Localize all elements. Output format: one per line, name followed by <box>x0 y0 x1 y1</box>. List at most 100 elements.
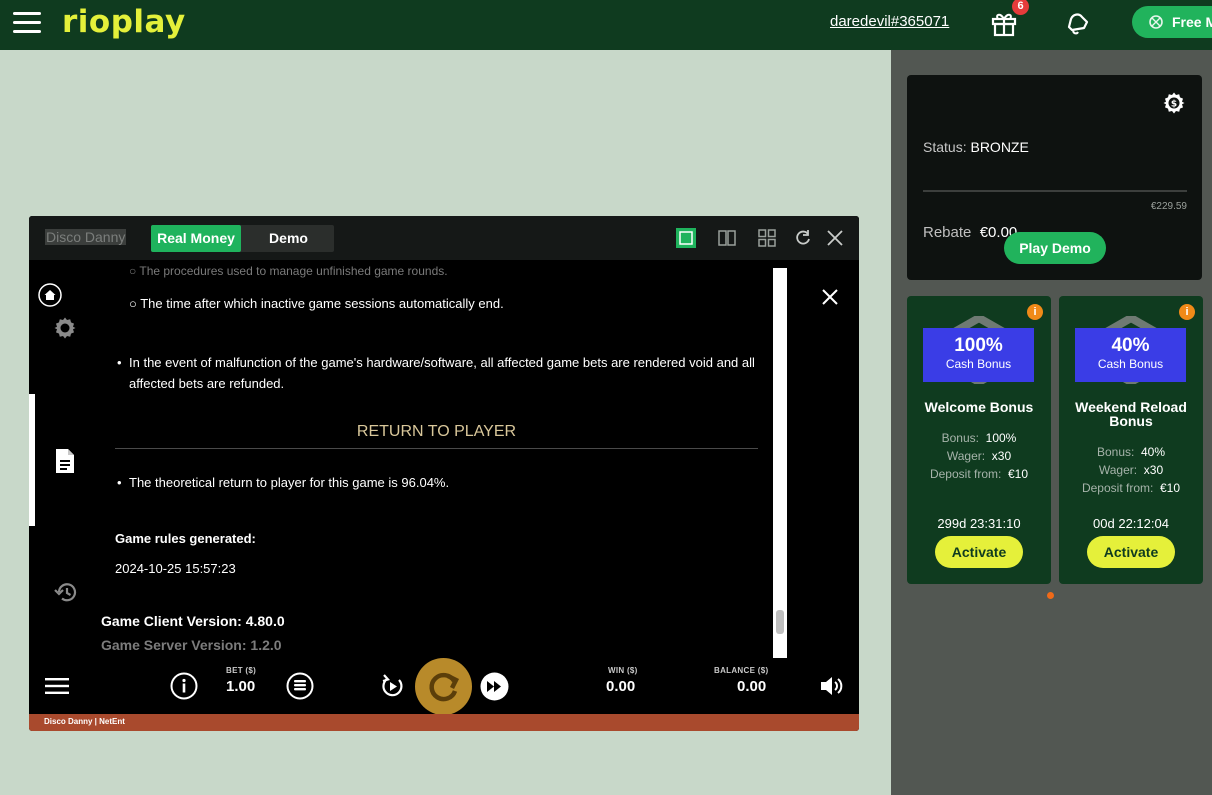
game-rules-content: ○ The procedures used to manage unfinish… <box>101 260 773 658</box>
rtp-item: • The theoretical return to player for t… <box>117 475 450 490</box>
brand-logo[interactable]: rioplay <box>62 4 186 40</box>
client-version: Game Client Version: 4.80.0 <box>101 613 285 629</box>
top-bar: rioplay daredevil#365071 6 Free M <box>0 0 1212 50</box>
username-link[interactable]: daredevil#365071 <box>830 13 949 30</box>
bonus-timer: 00d 22:12:04 <box>1093 516 1169 531</box>
bonus-details: Bonus: 40% Wager: x30 Deposit from: €10 <box>1059 443 1203 497</box>
free-spins-label: Free M <box>1172 14 1212 30</box>
free-spins-button[interactable]: Free M <box>1132 6 1212 38</box>
game-title: Disco Danny <box>45 229 127 245</box>
bonus-timer: 299d 23:31:10 <box>937 516 1021 531</box>
wager-label: Wager: <box>946 449 986 463</box>
rules-generated-value: 2024-10-25 15:57:23 <box>115 561 236 576</box>
rules-list-item: ○ The time after which inactive game ses… <box>129 296 504 311</box>
deposit-label: Deposit from: <box>929 467 1002 481</box>
bonus-percentage-tag: 100% Cash Bonus <box>923 328 1034 382</box>
activate-button[interactable]: Activate <box>935 536 1023 568</box>
autoplay-icon[interactable] <box>379 671 407 701</box>
win-label: WIN ($) <box>608 666 638 675</box>
bonus-label: Bonus: <box>941 431 979 445</box>
wager-value: x30 <box>991 449 1012 463</box>
gift-count-badge: 6 <box>1012 0 1029 15</box>
history-icon[interactable] <box>53 580 79 604</box>
balance-label: BALANCE ($) <box>714 666 769 675</box>
hamburger-menu-icon[interactable] <box>13 12 41 34</box>
wager-label: Wager: <box>1098 463 1138 477</box>
bonus-value: 100% <box>985 431 1017 445</box>
rules-malfunction-item: • In the event of malfunction of the gam… <box>117 355 755 391</box>
rules-generated-label: Game rules generated: <box>115 531 256 546</box>
tab-demo[interactable]: Demo <box>246 225 331 252</box>
bonus-label: Bonus: <box>1096 445 1135 459</box>
game-window: Disco Danny Real Money Demo ○ The proced… <box>29 216 859 731</box>
deposit-label: Deposit from: <box>1081 481 1154 495</box>
info-icon[interactable]: i <box>1179 304 1195 320</box>
split-view-icon[interactable] <box>717 228 737 248</box>
scrollbar-thumb[interactable] <box>776 610 784 634</box>
reload-icon[interactable] <box>793 228 813 248</box>
grid-view-icon[interactable] <box>757 228 777 248</box>
bonus-percentage-tag: 40% Cash Bonus <box>1075 328 1186 382</box>
bonus-card-weekend-reload: i 40% Cash Bonus Weekend Reload Bonus Bo… <box>1059 296 1203 584</box>
rules-list-item: ○ The procedures used to manage unfinish… <box>129 264 448 278</box>
play-demo-button[interactable]: Play Demo <box>1004 232 1106 264</box>
info-circle-icon[interactable] <box>170 672 198 700</box>
rebate-line: Rebate €0.00 <box>923 224 1017 241</box>
bonus-pct: 40% <box>1111 335 1150 356</box>
sound-icon[interactable] <box>819 674 845 698</box>
info-icon[interactable]: i <box>1027 304 1043 320</box>
game-footer-bar: Disco Danny | NetEnt <box>29 714 859 731</box>
settings-gear-icon[interactable]: $ <box>1162 91 1186 115</box>
close-rules-icon[interactable] <box>821 288 839 306</box>
turbo-icon[interactable] <box>480 672 509 701</box>
bet-label: BET ($) <box>226 666 257 675</box>
gift-icon[interactable] <box>990 9 1018 37</box>
menu-icon[interactable] <box>45 677 69 695</box>
deposit-value: €10 <box>1160 481 1181 495</box>
server-version: Game Server Version: 1.2.0 <box>101 637 282 653</box>
activate-button[interactable]: Activate <box>1087 536 1175 568</box>
loyalty-status-card: $ Status: BRONZE €229.59 Rebate €0.00 Pl… <box>907 75 1202 280</box>
home-icon[interactable] <box>38 283 62 307</box>
spin-arrow-icon <box>429 672 460 702</box>
wager-value: x30 <box>1143 463 1164 477</box>
spin-button[interactable] <box>415 658 472 715</box>
document-icon[interactable] <box>54 448 76 474</box>
mode-tabs: Real Money Demo <box>151 225 334 252</box>
rules-scrollbar[interactable] <box>773 268 787 658</box>
svg-text:$: $ <box>1171 100 1177 110</box>
rtp-heading: RETURN TO PLAYER <box>356 423 517 440</box>
game-footer-text: Disco Danny | NetEnt <box>44 717 125 726</box>
coin-stack-icon[interactable] <box>286 672 314 700</box>
bell-icon[interactable] <box>1063 9 1091 37</box>
divider <box>115 448 758 449</box>
win-value: 0.00 <box>606 678 636 695</box>
bonus-details: Bonus: 100% Wager: x30 Deposit from: €10 <box>907 429 1051 483</box>
bonus-value: 40% <box>1141 445 1166 459</box>
status-line: Status: BRONZE <box>923 139 1029 155</box>
carousel-dot[interactable] <box>1047 592 1054 599</box>
bonus-pct: 100% <box>954 335 1003 356</box>
bonus-tag: Cash Bonus <box>1097 357 1164 371</box>
status-label: Status: <box>923 139 967 155</box>
settings-icon[interactable] <box>53 316 77 340</box>
single-view-icon[interactable] <box>676 228 696 248</box>
game-header: Disco Danny Real Money Demo <box>29 216 859 260</box>
game-control-bar: BET ($) 1.00 WIN ($) 0.00 BALANCE ($) 0.… <box>29 658 859 715</box>
deposit-value: €10 <box>1008 467 1029 481</box>
right-sidebar: $ Status: BRONZE €229.59 Rebate €0.00 Pl… <box>891 50 1212 795</box>
bonus-name: Weekend Reload Bonus <box>1075 399 1187 429</box>
rebate-target: €229.59 <box>1150 201 1187 212</box>
rules-item-procedures: The procedures used to manage unfinished… <box>139 264 448 278</box>
balance-value: 0.00 <box>737 678 767 695</box>
rebate-progress-bar <box>923 190 1187 192</box>
rtp-text: The theoretical return to player for thi… <box>129 475 450 490</box>
rail-active-indicator <box>29 394 35 526</box>
status-value: BRONZE <box>970 139 1029 155</box>
close-window-icon[interactable] <box>825 228 845 248</box>
bonus-name: Welcome Bonus <box>924 399 1034 415</box>
bonus-tag: Cash Bonus <box>945 357 1012 371</box>
game-left-rail <box>29 260 101 658</box>
tab-real-money[interactable]: Real Money <box>151 225 241 252</box>
rules-malfunction: In the event of malfunction of the game'… <box>129 355 755 391</box>
